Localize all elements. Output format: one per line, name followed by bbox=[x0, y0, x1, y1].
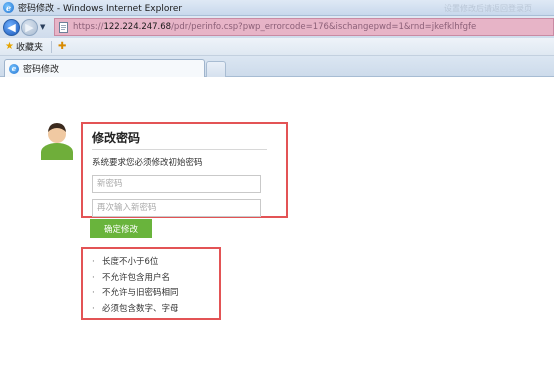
forward-arrow-icon: ▶ bbox=[25, 20, 34, 34]
change-password-form: 修改密码 系统要求您必须修改初始密码 bbox=[81, 122, 288, 218]
tab-bar: e 密码修改 bbox=[0, 56, 554, 77]
form-description: 系统要求您必须修改初始密码 bbox=[92, 158, 203, 168]
window-titlebar: e 密码修改 - Windows Internet Explorer 设置修改后… bbox=[0, 0, 554, 16]
tab-password-change[interactable]: e 密码修改 bbox=[4, 59, 205, 77]
user-avatar-icon bbox=[41, 123, 73, 160]
address-toolbar: ◀ ▶ ▼ https://122.224.247.68/pdr/perinfo… bbox=[0, 16, 554, 38]
history-dropdown-icon[interactable]: ▼ bbox=[40, 23, 45, 31]
new-password-input[interactable] bbox=[92, 175, 261, 193]
rule-text: 必须包含数字、字母 bbox=[102, 303, 179, 314]
rule-item: · 不允许包含用户名 bbox=[92, 271, 179, 287]
rule-text: 长度不小于6位 bbox=[102, 257, 159, 267]
address-bar[interactable]: https://122.224.247.68/pdr/perinfo.csp?p… bbox=[54, 18, 554, 36]
favorites-button[interactable]: 收藏夹 bbox=[16, 40, 43, 53]
url-prefix: https:// bbox=[73, 22, 104, 32]
form-title: 修改密码 bbox=[92, 131, 141, 145]
url-host: 122.224.247.68 bbox=[103, 22, 172, 32]
rule-item: · 必须包含数字、字母 bbox=[92, 302, 179, 318]
bullet-icon: · bbox=[92, 288, 95, 298]
faint-background-text: 设置修改后请返回登录页 bbox=[444, 4, 532, 13]
tab-label: 密码修改 bbox=[23, 65, 60, 75]
form-divider bbox=[92, 149, 267, 150]
rule-item: · 长度不小于6位 bbox=[92, 255, 179, 271]
page-icon bbox=[59, 21, 68, 33]
rule-text: 不允许包含用户名 bbox=[102, 272, 171, 283]
tab-ie-icon: e bbox=[9, 63, 19, 74]
back-button[interactable]: ◀ bbox=[3, 18, 20, 36]
confirm-change-button[interactable]: 确定修改 bbox=[90, 219, 152, 238]
forward-button[interactable]: ▶ bbox=[21, 18, 38, 36]
ie-logo-icon: e bbox=[3, 2, 14, 13]
add-favorite-icon[interactable]: ✚ bbox=[58, 41, 66, 52]
new-tab-button[interactable] bbox=[206, 61, 226, 77]
rule-text: 不允许与旧密码相同 bbox=[102, 288, 179, 298]
password-rules-box: · 长度不小于6位 · 不允许包含用户名 · 不允许与旧密码相同 · 必须包含数字、字母 bbox=[81, 247, 221, 320]
favorites-bar: ★ 收藏夹 ✚ bbox=[0, 38, 554, 56]
back-arrow-icon: ◀ bbox=[7, 20, 16, 34]
favorites-separator bbox=[50, 40, 52, 53]
repeat-password-input[interactable] bbox=[92, 199, 261, 217]
window-title: 密码修改 - Windows Internet Explorer bbox=[18, 4, 183, 14]
page-content: 修改密码 系统要求您必须修改初始密码 确定修改 · 长度不小于6位 · 不允许包含用… bbox=[0, 78, 554, 380]
address-url: https://122.224.247.68/pdr/perinfo.csp?p… bbox=[73, 22, 476, 32]
bullet-icon: · bbox=[92, 257, 95, 267]
url-path: /pdr/perinfo.csp?pwp_errorcode=176&ischa… bbox=[171, 22, 477, 32]
bullet-icon: · bbox=[92, 303, 95, 314]
bullet-icon: · bbox=[92, 272, 95, 283]
rule-item: · 不允许与旧密码相同 bbox=[92, 286, 179, 302]
favorites-star-icon[interactable]: ★ bbox=[5, 41, 14, 52]
password-rules-list: · 长度不小于6位 · 不允许包含用户名 · 不允许与旧密码相同 · 必须包含数字、字母 bbox=[92, 255, 179, 317]
